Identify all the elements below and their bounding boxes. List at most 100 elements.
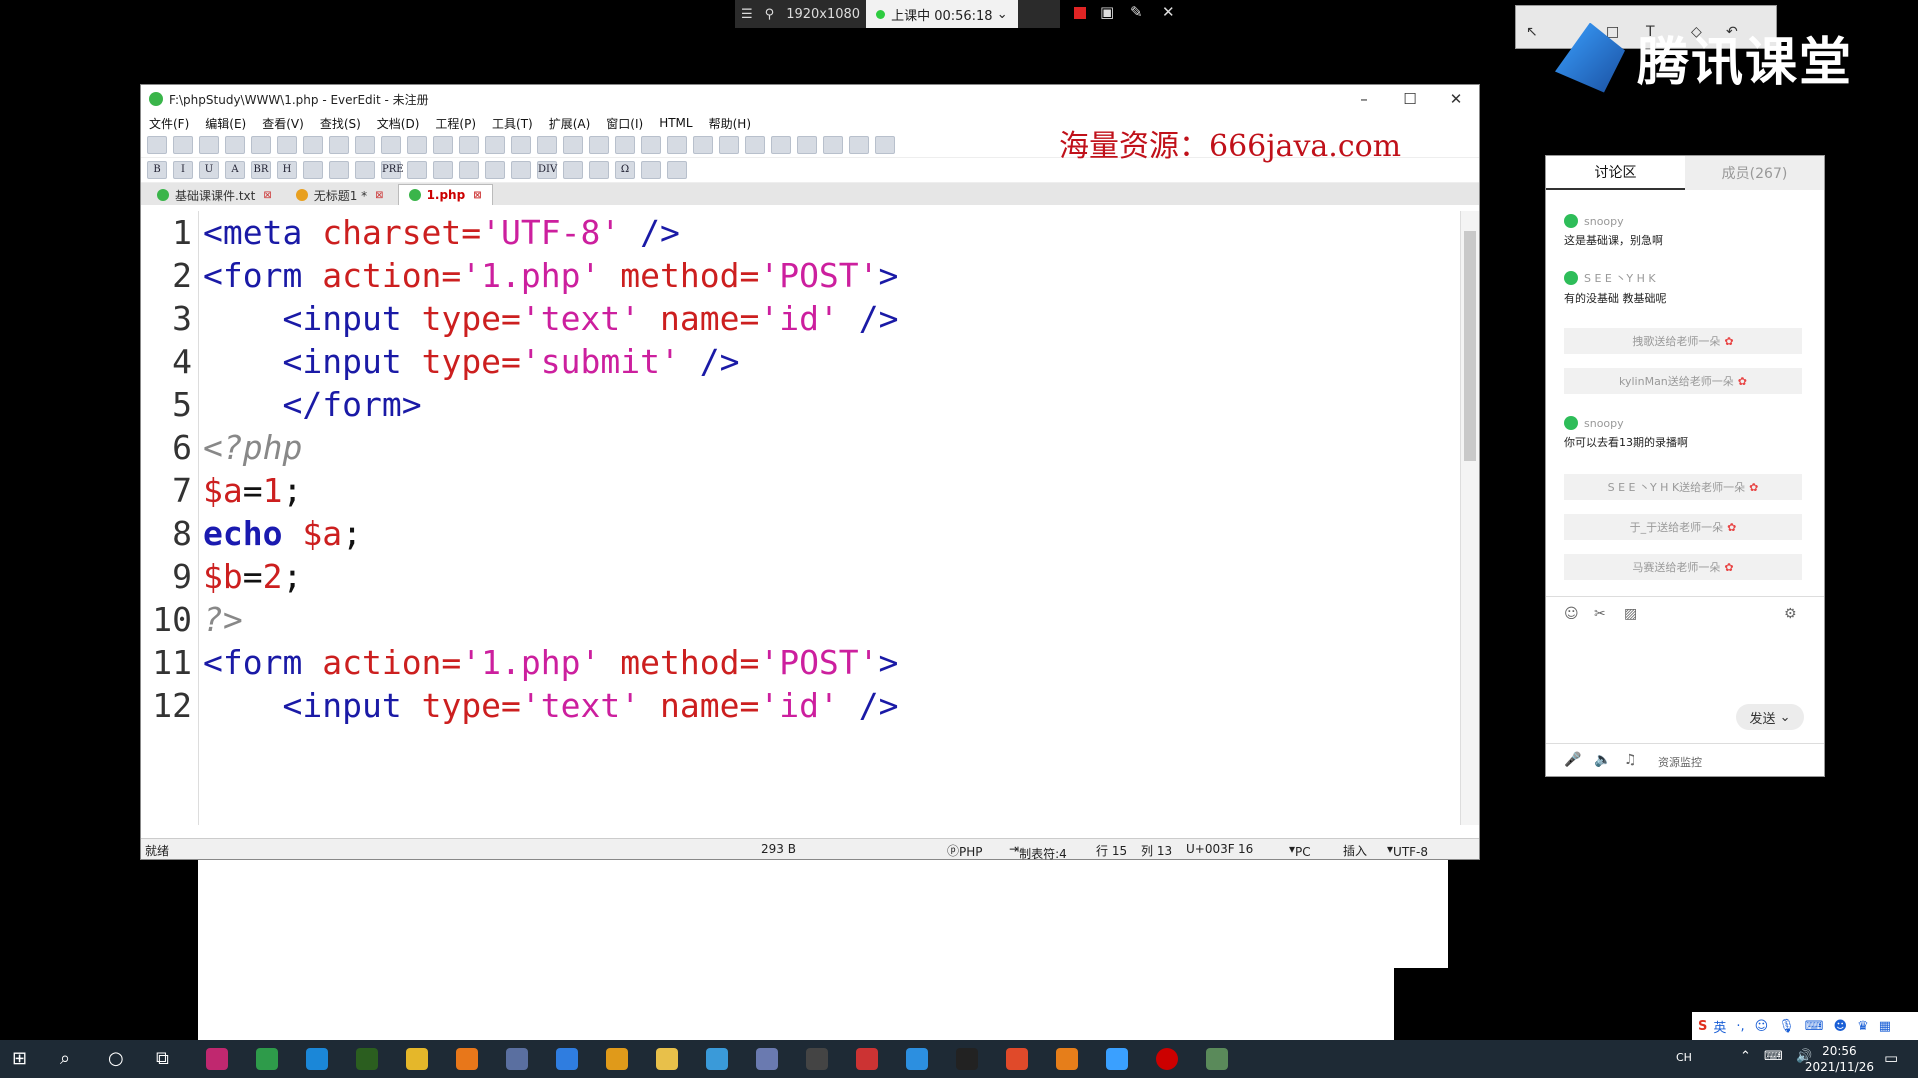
column-icon[interactable] <box>407 136 427 154</box>
fullscreen-icon[interactable] <box>797 136 817 154</box>
status-mode[interactable]: 插入 <box>1343 842 1367 859</box>
cut-icon[interactable] <box>303 136 323 154</box>
tab-untitled[interactable]: 无标题1 * ⊠ <box>286 185 394 205</box>
tree-icon[interactable] <box>537 136 557 154</box>
image-icon[interactable] <box>433 161 453 179</box>
replace-icon[interactable] <box>459 136 479 154</box>
qq-icon[interactable] <box>956 1048 978 1070</box>
menu-edit[interactable]: 编辑(E) <box>205 115 246 132</box>
play-icon[interactable] <box>615 136 635 154</box>
menu-extensions[interactable]: 扩展(A) <box>549 115 591 132</box>
sublime-icon[interactable] <box>606 1048 628 1070</box>
recording-status[interactable]: 上课中 00:56:18 ⌄ <box>866 0 1018 28</box>
tab-courseware[interactable]: 基础课课件.txt ⊠ <box>147 185 282 205</box>
taskbar-clock[interactable]: 20:56 2021/11/26 <box>1805 1043 1874 1075</box>
chrome-icon[interactable] <box>406 1048 428 1070</box>
vertical-scrollbar[interactable] <box>1460 211 1479 825</box>
record-icon[interactable] <box>1156 1048 1178 1070</box>
close-icon[interactable]: ✕ <box>1162 3 1175 21</box>
tencent-classroom-icon[interactable] <box>1106 1048 1128 1070</box>
keyboard-icon[interactable]: ⌨ <box>1805 1019 1824 1034</box>
wrap-icon[interactable] <box>381 136 401 154</box>
grid-icon[interactable] <box>823 136 843 154</box>
app-icon[interactable] <box>556 1048 578 1070</box>
list-icon[interactable] <box>407 161 427 179</box>
app-icon[interactable] <box>506 1048 528 1070</box>
layer-icon[interactable] <box>563 161 583 179</box>
paragraph-icon[interactable] <box>355 161 375 179</box>
microphone-icon[interactable]: 🎤 <box>1564 752 1581 768</box>
scrollbar-thumb[interactable] <box>1464 231 1476 461</box>
run-icon[interactable] <box>641 136 661 154</box>
chevron-up-icon[interactable]: ⌃ <box>1740 1049 1751 1064</box>
windows-start-icon[interactable]: ⊞ <box>12 1048 27 1069</box>
camera-icon[interactable]: ▣ <box>1100 3 1114 21</box>
settings-icon[interactable]: ⚙ <box>1784 606 1797 622</box>
cortana-icon[interactable]: ○ <box>108 1048 124 1069</box>
layout-icon[interactable] <box>745 136 765 154</box>
open-file-icon[interactable] <box>173 136 193 154</box>
status-encoding[interactable]: ▾ UTF-8 <box>1387 842 1428 859</box>
tab-discussion[interactable]: 讨论区 <box>1546 156 1685 190</box>
resource-monitor[interactable]: 资源监控 <box>1658 754 1702 770</box>
color-icon[interactable] <box>641 161 661 179</box>
close-button[interactable]: ✕ <box>1433 85 1479 113</box>
media-icon[interactable] <box>589 161 609 179</box>
minimize-button[interactable]: – <box>1341 85 1387 113</box>
font-button[interactable]: A <box>225 161 245 179</box>
grid-icon[interactable]: ▦ <box>1879 1019 1891 1034</box>
scissors-icon[interactable]: ✂ <box>1594 606 1606 622</box>
preview-icon[interactable] <box>667 161 687 179</box>
lock-icon[interactable] <box>485 161 505 179</box>
find-icon[interactable] <box>433 136 453 154</box>
record-icon[interactable] <box>589 136 609 154</box>
panel-icon[interactable] <box>771 136 791 154</box>
italic-button[interactable]: I <box>173 161 193 179</box>
status-lineend[interactable]: ▾ PC <box>1289 842 1311 859</box>
shield-icon[interactable] <box>856 1048 878 1070</box>
save-icon[interactable] <box>199 136 219 154</box>
music-icon[interactable]: ♫ <box>1624 752 1637 768</box>
frame-icon[interactable] <box>511 161 531 179</box>
help-icon[interactable] <box>875 136 895 154</box>
close-tab-icon[interactable]: ⊠ <box>473 190 481 201</box>
tab-members[interactable]: 成员(267) <box>1685 156 1824 190</box>
menu-document[interactable]: 文档(D) <box>377 115 420 132</box>
stop-record-icon[interactable] <box>1074 7 1086 19</box>
sogou-icon[interactable]: S <box>1698 1019 1707 1034</box>
voice-icon[interactable]: 🎙 <box>1778 1019 1795 1034</box>
form-icon[interactable] <box>459 161 479 179</box>
pen-icon[interactable]: ✎ <box>1130 3 1143 21</box>
bold-button[interactable]: B <box>147 161 167 179</box>
skin-icon[interactable]: ♛ <box>1857 1019 1869 1034</box>
app-icon[interactable] <box>356 1048 378 1070</box>
punctuation-icon[interactable]: ·, <box>1736 1019 1744 1034</box>
file-explorer-icon[interactable] <box>656 1048 678 1070</box>
app-icon[interactable] <box>1206 1048 1228 1070</box>
emoji-icon[interactable]: ☺ <box>1755 1019 1769 1034</box>
macro-icon[interactable] <box>563 136 583 154</box>
br-button[interactable]: BR <box>251 161 271 179</box>
app-icon[interactable] <box>806 1048 828 1070</box>
save-all-icon[interactable] <box>225 136 245 154</box>
edge-icon[interactable] <box>306 1048 328 1070</box>
emoji-icon[interactable]: ☺ <box>1564 606 1579 622</box>
find-files-icon[interactable] <box>485 136 505 154</box>
copy-icon[interactable] <box>329 136 349 154</box>
app-icon[interactable] <box>756 1048 778 1070</box>
pin-icon[interactable]: ⚲ <box>759 7 781 22</box>
menu-html[interactable]: HTML <box>659 116 692 130</box>
menu-view[interactable]: 查看(V) <box>262 115 304 132</box>
image-icon[interactable]: ▨ <box>1624 606 1637 622</box>
status-tab[interactable]: ⇥ 制表符:4 <box>1009 842 1067 861</box>
bookmark-icon[interactable] <box>511 136 531 154</box>
pre-button[interactable]: PRE <box>381 161 404 179</box>
menu-window[interactable]: 窗口(I) <box>606 115 643 132</box>
paste-icon[interactable] <box>355 136 375 154</box>
user-icon[interactable]: ☻ <box>1834 1019 1848 1034</box>
menu-help[interactable]: 帮助(H) <box>709 115 751 132</box>
keyboard-icon[interactable]: ⌨ <box>1764 1049 1783 1064</box>
task-view-icon[interactable]: ⧉ <box>156 1048 169 1069</box>
everedit-taskbar-icon[interactable] <box>256 1048 278 1070</box>
globe-icon[interactable] <box>849 136 869 154</box>
